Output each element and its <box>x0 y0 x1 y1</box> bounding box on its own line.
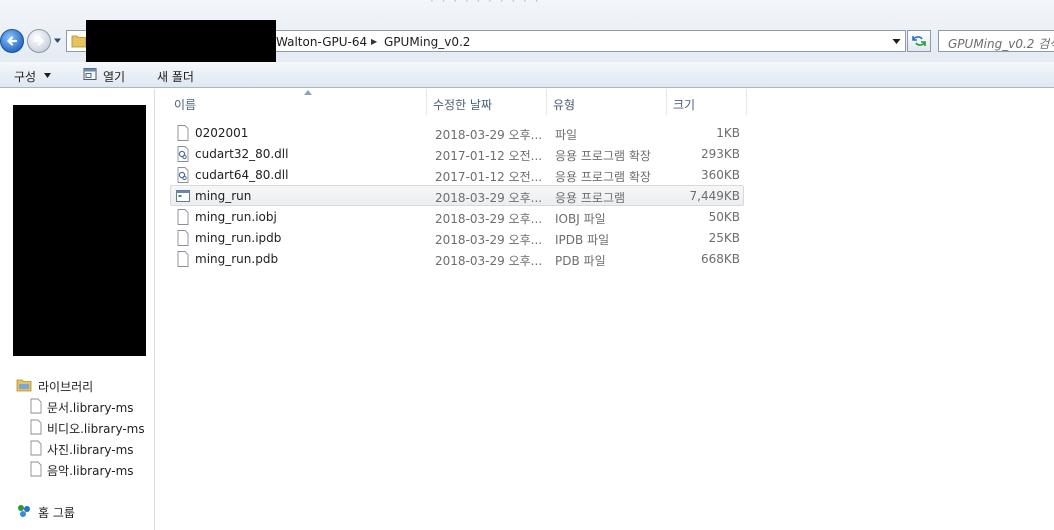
column-headers: 이름 수정한 날짜 유형 크기 <box>156 89 1054 115</box>
address-bar-region: · · · · · · · · · · Walton-GPU-64 ▶ GPUM… <box>0 0 1054 62</box>
file-row[interactable]: cudart64_80.dll 2017-01-12 오전... 응용 프로그램 확… <box>170 164 744 185</box>
file-date: 2018-03-29 오후... <box>435 212 541 226</box>
new-folder-button[interactable]: 새 폴더 <box>157 68 194 85</box>
redacted-nav-block <box>13 105 146 356</box>
nav-item-pictures-library[interactable]: 사진.library-ms <box>0 438 154 458</box>
file-row[interactable]: ming_run.ipdb 2018-03-29 오후... IPDB 파일 25KB <box>170 227 744 248</box>
file-size: 360KB <box>700 168 740 182</box>
back-button[interactable] <box>0 29 24 53</box>
file-list: 이름 수정한 날짜 유형 크기 0202001 2018-03-29 오후... 파… <box>156 89 1054 530</box>
column-header-label: 이름 <box>174 98 197 112</box>
file-row[interactable]: ming_run.pdb 2018-03-29 오후... PDB 파일 668KB <box>170 248 744 269</box>
organize-button[interactable]: 구성 <box>14 68 36 85</box>
dll-icon <box>177 167 189 183</box>
nav-item-libraries[interactable]: 라이브러리 <box>0 375 154 395</box>
file-date: 2018-03-29 오후... <box>435 233 541 247</box>
file-icon <box>30 461 42 477</box>
file-date: 2018-03-29 오후... <box>435 128 541 142</box>
file-name: ming_run.iobj <box>195 210 277 224</box>
column-header-type[interactable]: 유형 <box>547 89 667 115</box>
nav-item-label: 라이브러리 <box>38 380 94 394</box>
file-date: 2017-01-12 오전... <box>435 149 541 163</box>
forward-button[interactable] <box>27 29 51 53</box>
file-name: cudart32_80.dll <box>195 147 289 161</box>
file-size: 1KB <box>716 126 740 140</box>
recent-pages-dropdown-icon[interactable] <box>53 36 62 45</box>
file-type: 파일 <box>555 128 578 142</box>
file-icon <box>177 209 189 225</box>
nav-item-label: 홈 그룹 <box>38 506 75 520</box>
file-name: 0202001 <box>195 126 249 140</box>
file-size: 7,449KB <box>689 189 740 203</box>
file-type: PDB 파일 <box>555 254 606 268</box>
menu-bar-ghost: · · · · · · · · · · <box>430 0 541 8</box>
file-icon <box>177 230 189 246</box>
nav-item-label: 음악.library-ms <box>47 464 134 478</box>
folder-icon <box>71 35 87 48</box>
file-date: 2017-01-12 오전... <box>435 170 541 184</box>
file-icon <box>30 398 42 414</box>
file-icon <box>177 125 189 141</box>
file-size: 25KB <box>708 231 740 245</box>
command-bar: 구성 열기 새 폴더 <box>0 62 1054 88</box>
file-name: ming_run <box>195 189 252 203</box>
sort-ascending-icon <box>304 90 312 95</box>
file-name: cudart64_80.dll <box>195 168 289 182</box>
file-date: 2018-03-29 오후... <box>435 191 541 205</box>
dll-icon <box>177 146 189 162</box>
nav-item-music-library[interactable]: 음악.library-ms <box>0 459 154 479</box>
nav-item-label: 비디오.library-ms <box>47 422 145 436</box>
file-type: 응용 프로그램 <box>555 191 626 205</box>
address-dropdown-icon[interactable] <box>892 38 901 45</box>
homegroup-icon <box>18 505 30 517</box>
file-size: 50KB <box>708 210 740 224</box>
redacted-path-block <box>86 20 276 62</box>
breadcrumb-separator[interactable]: ▶ <box>371 37 377 46</box>
file-row[interactable]: cudart32_80.dll 2017-01-12 오전... 응용 프로그램 확… <box>170 143 744 164</box>
open-button[interactable]: 열기 <box>103 68 125 85</box>
nav-item-label: 사진.library-ms <box>47 443 134 457</box>
file-size: 293KB <box>700 147 740 161</box>
navigation-pane: 라이브러리 문서.library-ms 비디오.library-ms 사진.li… <box>0 89 155 530</box>
file-type: 응용 프로그램 확장 <box>555 170 651 184</box>
arrow-left-icon <box>6 36 18 46</box>
nav-item-documents-library[interactable]: 문서.library-ms <box>0 396 154 416</box>
arrow-right-icon <box>34 36 44 46</box>
file-icon <box>177 251 189 267</box>
file-row[interactable]: ming_run 2018-03-29 오후... 응용 프로그램 7,449KB <box>170 185 744 206</box>
file-name: ming_run.pdb <box>195 252 279 266</box>
file-icon <box>30 419 42 435</box>
column-header-name[interactable]: 이름 <box>168 89 427 115</box>
library-folder-icon <box>16 379 32 392</box>
column-header-date[interactable]: 수정한 날짜 <box>427 89 547 115</box>
nav-item-label: 문서.library-ms <box>47 401 134 415</box>
file-type: IPDB 파일 <box>555 233 610 247</box>
file-size: 668KB <box>700 252 740 266</box>
file-row[interactable]: ming_run.iobj 2018-03-29 오후... IOBJ 파일 50KB <box>170 206 744 227</box>
file-name: ming_run.ipdb <box>195 231 282 245</box>
nav-item-homegroup[interactable]: 홈 그룹 <box>0 501 154 521</box>
breadcrumb-walton-gpu-64[interactable]: Walton-GPU-64 <box>276 35 367 49</box>
open-icon[interactable] <box>83 67 97 81</box>
file-row[interactable]: 0202001 2018-03-29 오후... 파일 1KB <box>170 122 744 143</box>
refresh-icon <box>912 36 926 46</box>
column-header-size[interactable]: 크기 <box>667 89 747 115</box>
nav-item-videos-library[interactable]: 비디오.library-ms <box>0 417 154 437</box>
file-type: 응용 프로그램 확장 <box>555 149 651 163</box>
exe-icon <box>176 190 190 202</box>
file-type: IOBJ 파일 <box>555 212 606 226</box>
breadcrumb-gpuming[interactable]: GPUMing_v0.2 <box>384 35 470 49</box>
file-date: 2018-03-29 오후... <box>435 254 541 268</box>
file-icon <box>30 440 42 456</box>
refresh-button[interactable] <box>907 30 931 52</box>
search-input[interactable]: GPUMing_v0.2 검색 <box>938 30 1054 52</box>
chevron-down-icon[interactable] <box>44 73 51 78</box>
